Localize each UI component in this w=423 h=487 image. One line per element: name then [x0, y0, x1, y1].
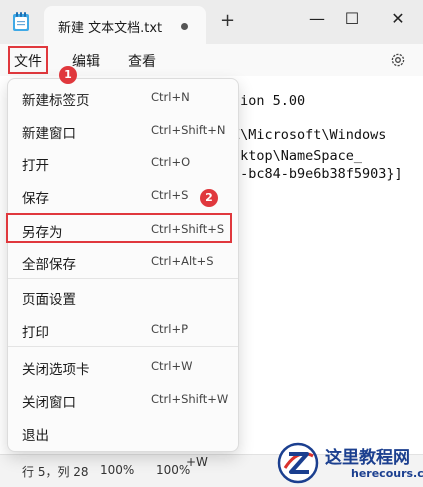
save-as-highlight: [6, 213, 232, 243]
file-menu-dropdown: 新建标签页 Ctrl+N 新建窗口 Ctrl+Shift+N 打开 Ctrl+O…: [7, 78, 239, 452]
menu-item-label: 打印: [22, 325, 49, 341]
title-bar: 新建 文本文档.txt + — ☐ ✕: [0, 0, 423, 44]
menu-item-label: 新建窗口: [22, 126, 76, 142]
menu-item-shortcut: Ctrl+O: [151, 155, 191, 169]
menu-item-shortcut: Ctrl+S: [151, 188, 189, 202]
step-badge-1: 1: [59, 66, 77, 84]
maximize-button[interactable]: ☐: [337, 8, 367, 30]
menu-item-label: 全部保存: [22, 257, 76, 273]
code-line: sion 5.00: [232, 93, 306, 109]
new-tab-button[interactable]: +: [220, 12, 235, 30]
file-menu-highlight: [8, 46, 48, 74]
menu-item-shortcut: Ctrl+N: [151, 90, 190, 104]
menu-item-save-all[interactable]: 全部保存 Ctrl+Alt+S: [8, 247, 238, 277]
zoom-level: 100%: [100, 463, 135, 477]
code-line: c-bc84-b9e6b38f5903}]: [232, 166, 403, 182]
watermark-subtitle: herecours.com: [351, 467, 423, 480]
code-line: sktop\NameSpace_: [232, 148, 363, 164]
status-partial-text: +W: [186, 455, 208, 469]
watermark: 这里教程网 herecours.com: [271, 440, 423, 486]
menu-item-exit[interactable]: 退出: [8, 418, 238, 448]
step-badge-2: 2: [200, 189, 218, 207]
code-line: E\Microsoft\Windows: [232, 127, 387, 143]
watermark-title: 这里教程网: [325, 448, 410, 468]
menu-item-label: 保存: [22, 191, 49, 207]
menu-item-label: 退出: [22, 428, 49, 444]
menu-item-label: 新建标签页: [22, 93, 90, 109]
minimize-button[interactable]: —: [302, 8, 332, 30]
menu-separator: [8, 346, 238, 347]
gear-icon[interactable]: [390, 52, 406, 68]
menu-item-open[interactable]: 打开 Ctrl+O: [8, 148, 238, 178]
menu-item-print[interactable]: 打印 Ctrl+P: [8, 315, 238, 345]
watermark-logo-icon: [277, 442, 319, 484]
menu-item-close-tab[interactable]: 关闭选项卡 Ctrl+W: [8, 352, 238, 382]
menu-item-label: 关闭选项卡: [22, 362, 90, 378]
menu-item-shortcut: Ctrl+W: [151, 359, 193, 373]
menu-item-label: 页面设置: [22, 292, 76, 308]
document-tab[interactable]: 新建 文本文档.txt: [44, 6, 206, 44]
menu-item-page-setup[interactable]: 页面设置: [8, 282, 238, 312]
tab-title: 新建 文本文档.txt: [58, 21, 163, 36]
menu-separator: [8, 278, 238, 279]
menu-view[interactable]: 查看: [128, 51, 156, 71]
menu-item-shortcut: Ctrl+Alt+S: [151, 254, 214, 268]
menu-item-new-window[interactable]: 新建窗口 Ctrl+Shift+N: [8, 116, 238, 146]
unsaved-dot-icon[interactable]: [181, 23, 188, 30]
menu-item-shortcut: Ctrl+Shift+W: [151, 392, 229, 406]
notepad-icon: [13, 12, 29, 31]
menu-edit[interactable]: 编辑: [72, 51, 100, 71]
menu-item-new-tab[interactable]: 新建标签页 Ctrl+N: [8, 83, 238, 113]
menu-item-shortcut: Ctrl+Shift+N: [151, 123, 226, 137]
menu-item-close-window[interactable]: 关闭窗口 Ctrl+Shift+W: [8, 385, 238, 415]
cursor-position: 行 5，列 28: [22, 465, 89, 479]
menu-item-label: 打开: [22, 158, 49, 174]
menu-item-shortcut: Ctrl+P: [151, 322, 189, 336]
menu-item-label: 关闭窗口: [22, 395, 76, 411]
close-button[interactable]: ✕: [383, 8, 413, 30]
